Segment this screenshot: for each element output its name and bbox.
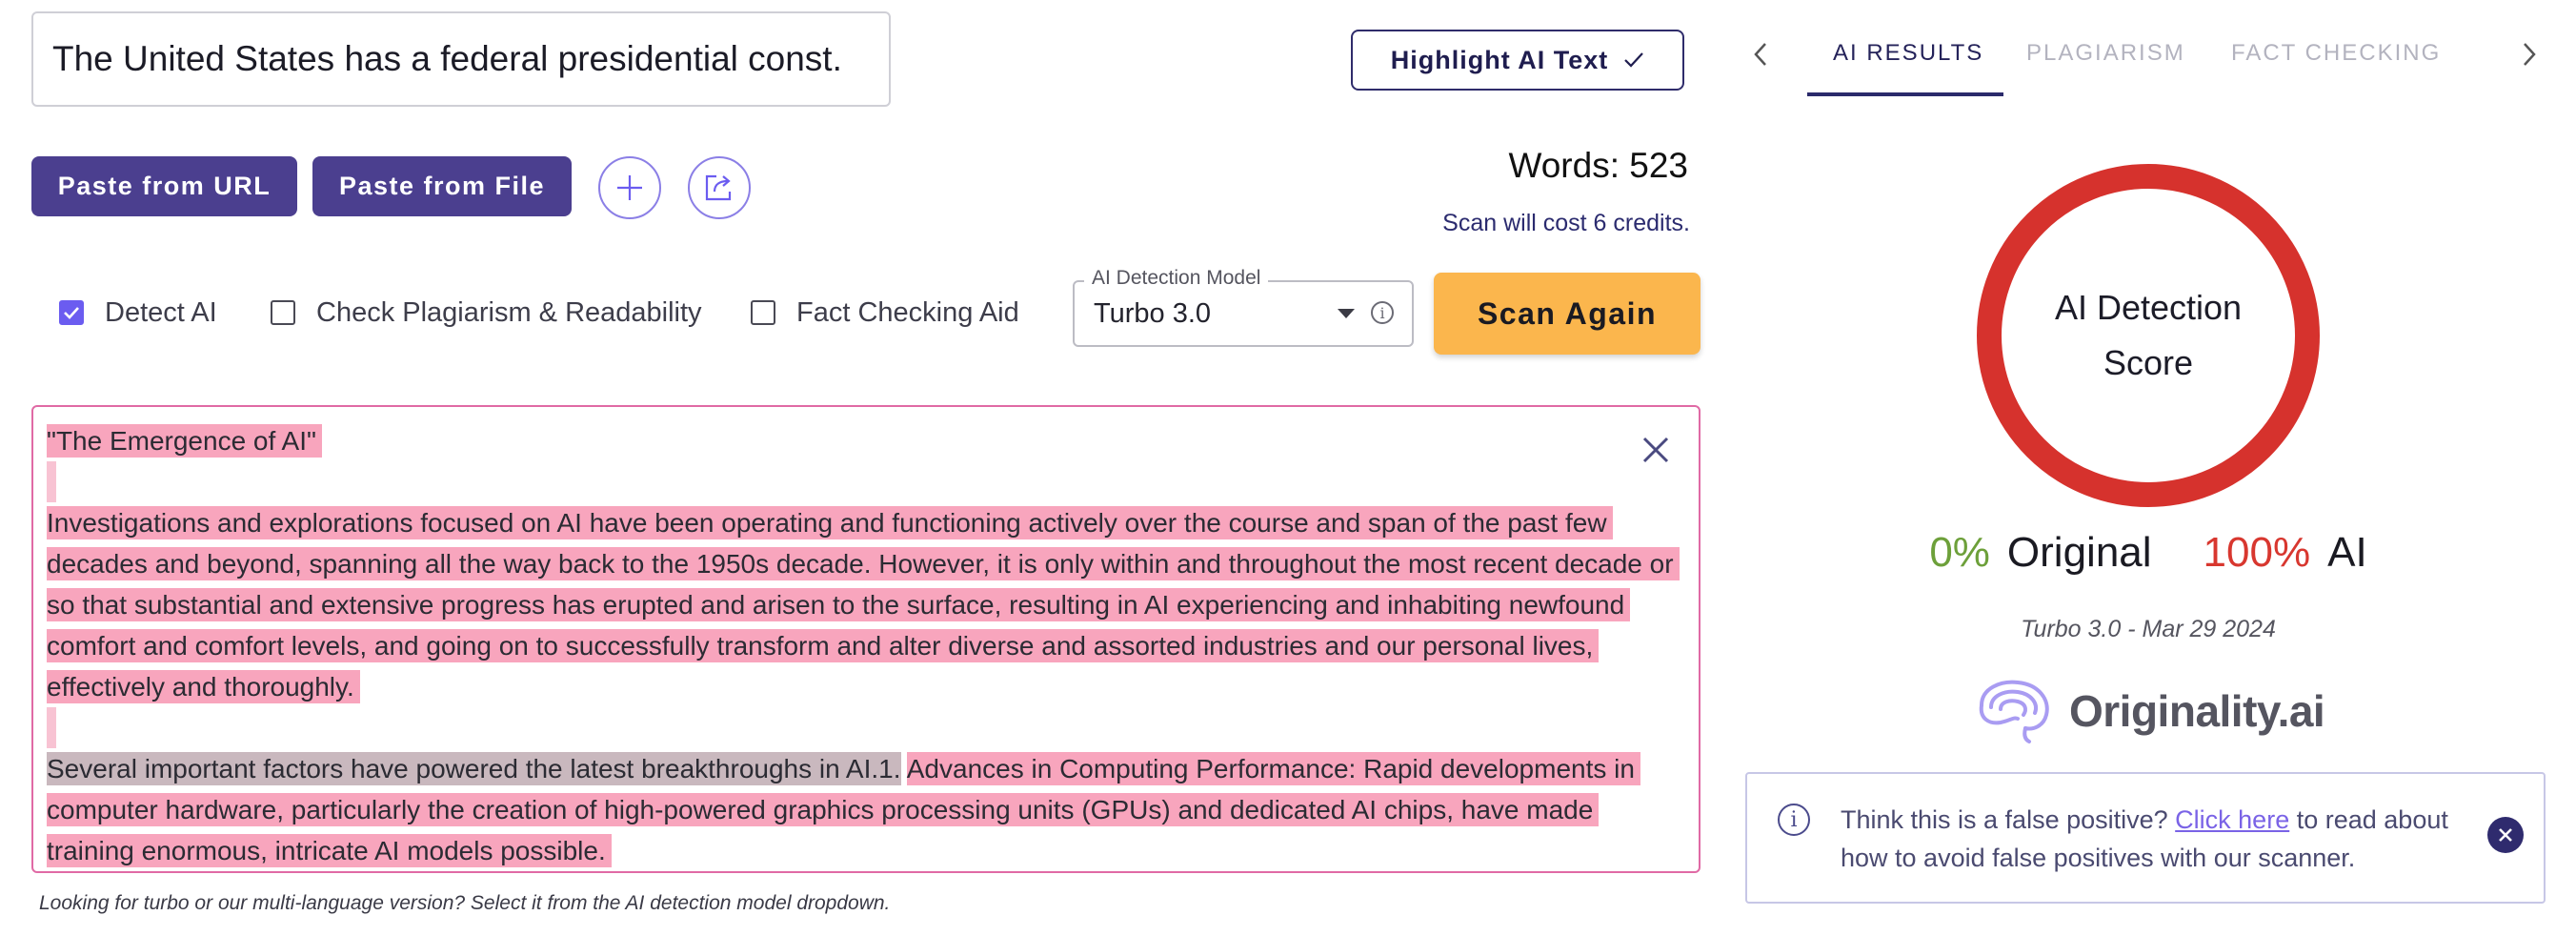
scan-again-button[interactable]: Scan Again [1434,273,1701,355]
score-label: AI Detection Score [2054,288,2243,382]
ai-detection-score-ring: AI Detection Score [1977,164,2320,507]
close-icon [1642,437,1669,463]
model-and-date: Turbo 3.0 - Mar 29 2024 [2021,616,2276,642]
export-button[interactable] [688,156,751,219]
title-input[interactable] [31,11,891,107]
chevron-right-icon [2524,43,2536,66]
blank-line [47,461,1685,502]
plus-icon [617,175,642,200]
chevron-left-icon [1754,43,1766,66]
highlight-ai-text-label: Highlight AI Text [1390,45,1609,74]
brand-logo: Originality.ai [1972,675,2325,747]
check-icon [1624,52,1644,68]
model-select-value: Turbo 3.0 [1094,298,1212,329]
detect-ai-checkbox[interactable] [59,300,84,325]
paste-from-url-button[interactable]: Paste from URL [31,156,297,216]
fact-checking-label: Fact Checking Aid [796,296,1019,328]
clear-text-button[interactable] [1637,431,1675,469]
blank-line [47,707,1685,748]
paste-from-file-button[interactable]: Paste from File [312,156,572,216]
text-title-line: "The Emergence of AI" [47,424,322,458]
original-label: Original [2006,529,2152,576]
add-button[interactable] [598,156,661,219]
ai-percent: 100% [2203,529,2311,576]
fact-checking-option[interactable]: Fact Checking Aid [751,294,1019,332]
check-plagiarism-checkbox[interactable] [271,300,295,325]
ai-label: AI [2327,529,2367,576]
detect-ai-label: Detect AI [105,296,217,328]
check-plagiarism-option[interactable]: Check Plagiarism & Readability [271,294,702,332]
false-positive-text: Think this is a false positive? Click he… [1841,801,2488,877]
model-select-legend: AI Detection Model [1084,267,1269,290]
text-paragraph-2-start: Several important factors have powered t… [47,752,901,785]
export-icon [705,174,732,201]
info-icon[interactable]: i [1371,301,1394,324]
tabs-prev-button[interactable] [1751,40,1770,73]
original-percent: 0% [1929,529,1990,576]
fact-checking-checkbox[interactable] [751,300,775,325]
detect-ai-option[interactable]: Detect AI [59,294,217,332]
highlight-ai-text-button[interactable]: Highlight AI Text [1351,30,1684,91]
active-tab-indicator [1807,92,2003,96]
info-icon: i [1778,804,1810,836]
checkmark-icon [64,307,79,319]
model-footnote: Looking for turbo or our multi-language … [39,892,891,914]
tab-ai-results[interactable]: AI RESULTS [1833,40,1983,67]
word-count: Words: 523 [1508,146,1688,185]
check-plagiarism-label: Check Plagiarism & Readability [316,296,702,328]
score-breakdown: 0% Original 100% AI [1924,529,2372,577]
close-icon [2499,828,2512,842]
tabs-next-button[interactable] [2520,40,2539,73]
dismiss-notice-button[interactable] [2487,817,2524,853]
tab-plagiarism[interactable]: PLAGIARISM [2026,40,2185,67]
brand-name: Originality.ai [2069,686,2325,736]
text-paragraph-1: Investigations and explorations focused … [47,506,1680,703]
tab-fact-checking[interactable]: FACT CHECKING [2231,40,2441,67]
scan-cost: Scan will cost 6 credits. [1442,210,1690,236]
false-positive-link[interactable]: Click here [2175,805,2289,834]
false-positive-prefix: Think this is a false positive? [1841,805,2176,834]
caret-down-icon[interactable] [1338,309,1355,318]
brain-logo-icon [1979,680,2049,743]
scan-text-area[interactable]: "The Emergence of AI" Investigations and… [31,405,1701,873]
